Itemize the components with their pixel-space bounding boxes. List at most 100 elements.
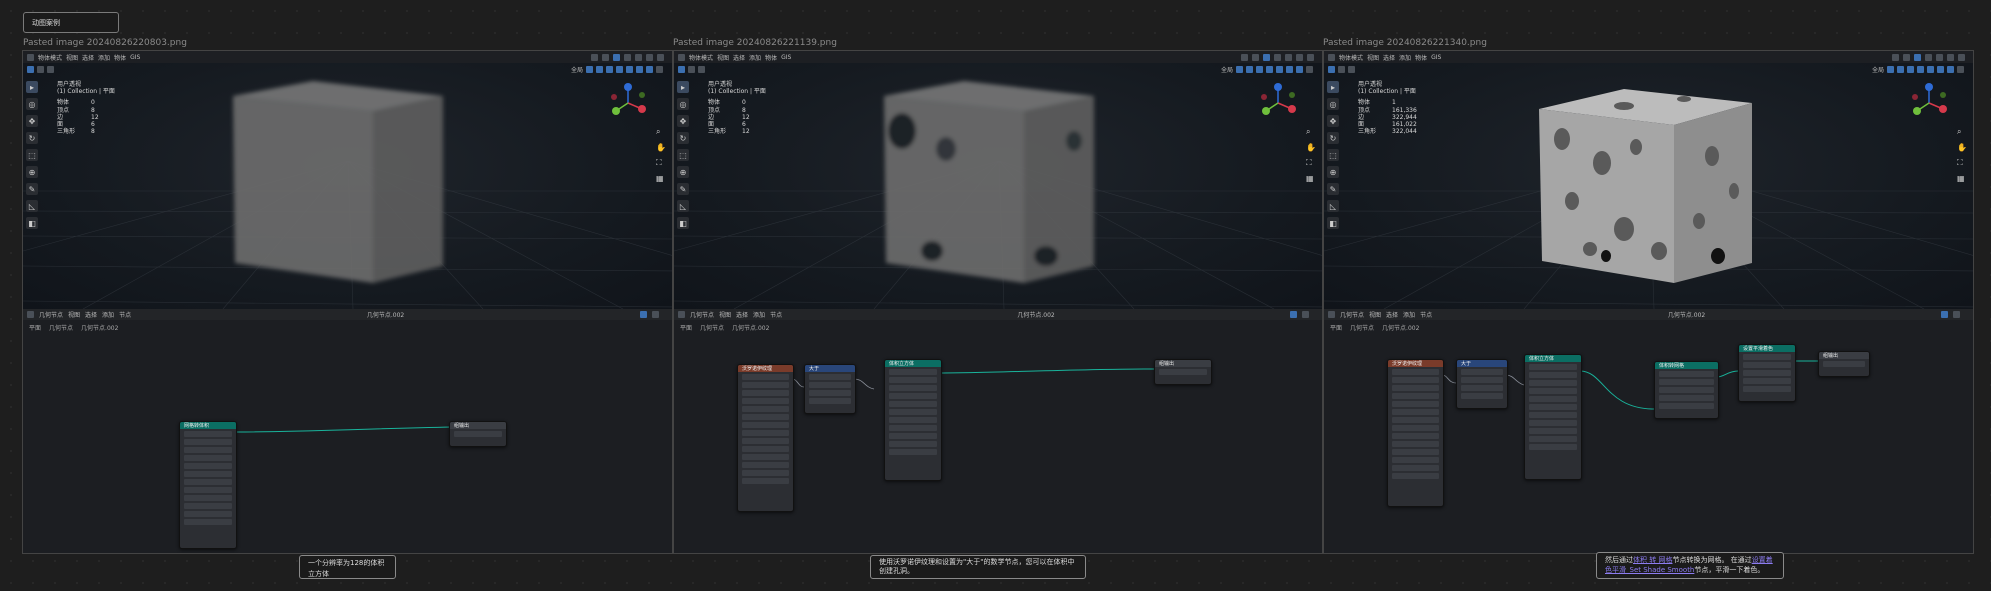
pivot-icon[interactable] xyxy=(1892,53,1899,61)
annotate-tool-icon[interactable]: ✎ xyxy=(1327,183,1339,195)
annotate-tool-icon[interactable]: ✎ xyxy=(677,183,689,195)
node-mesh-to-volume[interactable]: 网格转体积 xyxy=(179,421,237,549)
transform-orientation[interactable]: 全局 xyxy=(1872,65,1884,74)
shading-solid-icon[interactable] xyxy=(635,53,642,61)
ortho-icon[interactable]: ▦ xyxy=(1957,174,1967,183)
overlay-icon[interactable] xyxy=(1914,53,1921,61)
measure-tool-icon[interactable]: ◺ xyxy=(1327,200,1339,212)
camera-view-icon[interactable]: ⛶ xyxy=(656,158,666,168)
node-group-output[interactable]: 组输出 xyxy=(1818,351,1870,377)
rotate-tool-icon[interactable]: ↻ xyxy=(1327,132,1339,144)
node-volume-cube[interactable]: 体积立方体 xyxy=(884,359,942,481)
transform-tool-icon[interactable]: ⊕ xyxy=(1327,166,1339,178)
pan-icon[interactable]: ✋ xyxy=(1306,143,1316,152)
cursor-tool-icon[interactable]: ◎ xyxy=(1327,98,1339,110)
node-volume-to-mesh[interactable]: 体积转网格 xyxy=(1654,361,1719,419)
add-cube-icon[interactable]: ◧ xyxy=(1327,217,1339,229)
mode-dropdown[interactable]: 物体模式 xyxy=(38,53,62,62)
menu-select[interactable]: 选择 xyxy=(733,53,745,62)
snap-toggle-icon[interactable] xyxy=(1887,65,1894,73)
node-voronoi-texture[interactable]: 沃罗诺伊纹理 xyxy=(1387,359,1444,507)
transform-orientation[interactable]: 全局 xyxy=(1221,65,1233,74)
menu-select[interactable]: 选择 xyxy=(82,53,94,62)
node-set-shade-smooth[interactable]: 设置平滑着色 xyxy=(1738,344,1796,402)
editor-type-icon[interactable] xyxy=(27,53,34,61)
menu-add[interactable]: 添加 xyxy=(749,53,761,62)
xray-icon[interactable] xyxy=(1274,53,1281,61)
select-tool-icon[interactable]: ▸ xyxy=(677,81,689,93)
camera-icon[interactable] xyxy=(1296,65,1303,73)
menu-object[interactable]: 物体 xyxy=(765,53,777,62)
shading-material-icon[interactable] xyxy=(1947,53,1954,61)
volume-to-mesh-link[interactable]: 体积 转 网格 xyxy=(1633,556,1672,564)
curve-icon[interactable] xyxy=(626,65,633,73)
viewport-3d[interactable]: 物体模式 视图 选择 添加 物体 GIS 全局 ▸ ◎ ✥ ↻ ⬚ ⊕ ✎ ◺ … xyxy=(674,51,1322,309)
node-editor[interactable]: 几何节点 视图 选择 添加 节点 几何节点.002 平面 几何节点 几何节点.0… xyxy=(23,309,672,553)
editor-type-icon[interactable] xyxy=(678,53,685,61)
node-math-greater-than[interactable]: 大于 xyxy=(1456,359,1508,409)
node-voronoi-texture[interactable]: 沃罗诺伊纹理 xyxy=(737,364,794,512)
menu-view[interactable]: 视图 xyxy=(66,53,78,62)
mesh-icon[interactable] xyxy=(616,65,623,73)
overlay-icon[interactable] xyxy=(1263,53,1270,61)
snap-toggle-icon[interactable] xyxy=(586,65,593,73)
mesh-icon[interactable] xyxy=(1917,65,1924,73)
viewport-3d[interactable]: 物体模式 视图 选择 添加 物体 GIS 全局 ▸ ◎ ✥ ↻ ⬚ ⊕ ✎ ◺ … xyxy=(1324,51,1973,309)
snap-toggle-icon[interactable] xyxy=(1236,65,1243,73)
add-cube-icon[interactable]: ◧ xyxy=(26,217,38,229)
xray-icon[interactable] xyxy=(1925,53,1932,61)
measure-tool-icon[interactable]: ◺ xyxy=(26,200,38,212)
snap-icon[interactable] xyxy=(1252,53,1259,61)
editor-type-icon[interactable] xyxy=(1328,53,1335,61)
title-card[interactable]: 动图案例 xyxy=(23,12,119,33)
ortho-icon[interactable]: ▦ xyxy=(656,174,666,183)
menu-add[interactable]: 添加 xyxy=(98,53,110,62)
rotate-tool-icon[interactable]: ↻ xyxy=(26,132,38,144)
rotate-tool-icon[interactable]: ↻ xyxy=(677,132,689,144)
transform-tool-icon[interactable]: ⊕ xyxy=(26,166,38,178)
proportional-icon[interactable] xyxy=(596,65,603,73)
snap-icon[interactable] xyxy=(1903,53,1910,61)
xray-icon[interactable] xyxy=(624,53,631,61)
navigation-gizmo[interactable] xyxy=(1909,81,1949,121)
select-mode-icon-2[interactable] xyxy=(698,65,705,73)
move-tool-icon[interactable]: ✥ xyxy=(1327,115,1339,127)
select-box-icon[interactable] xyxy=(27,65,34,73)
select-tool-icon[interactable]: ▸ xyxy=(26,81,38,93)
camera-view-icon[interactable]: ⛶ xyxy=(1306,158,1316,168)
select-box-icon[interactable] xyxy=(1328,65,1335,73)
pivot-icon[interactable] xyxy=(1241,53,1248,61)
measure-tool-icon[interactable]: ◺ xyxy=(677,200,689,212)
shading-material-icon[interactable] xyxy=(1296,53,1303,61)
pan-icon[interactable]: ✋ xyxy=(656,143,666,152)
navigation-gizmo[interactable] xyxy=(1258,81,1298,121)
move-tool-icon[interactable]: ✥ xyxy=(26,115,38,127)
shading-render-icon[interactable] xyxy=(657,53,664,61)
curve-icon[interactable] xyxy=(1927,65,1934,73)
menu-view[interactable]: 视图 xyxy=(1367,53,1379,62)
overlay-icon[interactable] xyxy=(613,53,620,61)
filter-icon[interactable] xyxy=(606,65,613,73)
select-tool-icon[interactable]: ▸ xyxy=(1327,81,1339,93)
menu-select[interactable]: 选择 xyxy=(1383,53,1395,62)
mode-dropdown[interactable]: 物体模式 xyxy=(1339,53,1363,62)
mesh-icon[interactable] xyxy=(1266,65,1273,73)
ortho-icon[interactable]: ▦ xyxy=(1306,174,1316,183)
proportional-icon[interactable] xyxy=(1897,65,1904,73)
node-group-output[interactable]: 组输出 xyxy=(1154,359,1212,385)
menu-object[interactable]: 物体 xyxy=(114,53,126,62)
pivot-icon[interactable] xyxy=(591,53,598,61)
shading-render-icon[interactable] xyxy=(1307,53,1314,61)
visibility-icon[interactable] xyxy=(1306,65,1313,73)
visibility-icon[interactable] xyxy=(656,65,663,73)
select-mode-icon[interactable] xyxy=(37,65,44,73)
shading-render-icon[interactable] xyxy=(1958,53,1965,61)
select-mode-icon[interactable] xyxy=(1338,65,1345,73)
cursor-tool-icon[interactable]: ◎ xyxy=(26,98,38,110)
light-icon[interactable] xyxy=(1286,65,1293,73)
node-volume-cube[interactable]: 体积立方体 xyxy=(1524,354,1582,480)
filter-icon[interactable] xyxy=(1907,65,1914,73)
node-editor[interactable]: 几何节点 视图 选择 添加 节点 几何节点.002 平面 几何节点 几何节点.0… xyxy=(674,309,1322,553)
transform-orientation[interactable]: 全局 xyxy=(571,65,583,74)
viewport-3d[interactable]: 物体模式 视图 选择 添加 物体 GIS 全局 ▸ ◎ ✥ ↻ ⬚ ⊕ ✎ ◺ … xyxy=(23,51,672,309)
